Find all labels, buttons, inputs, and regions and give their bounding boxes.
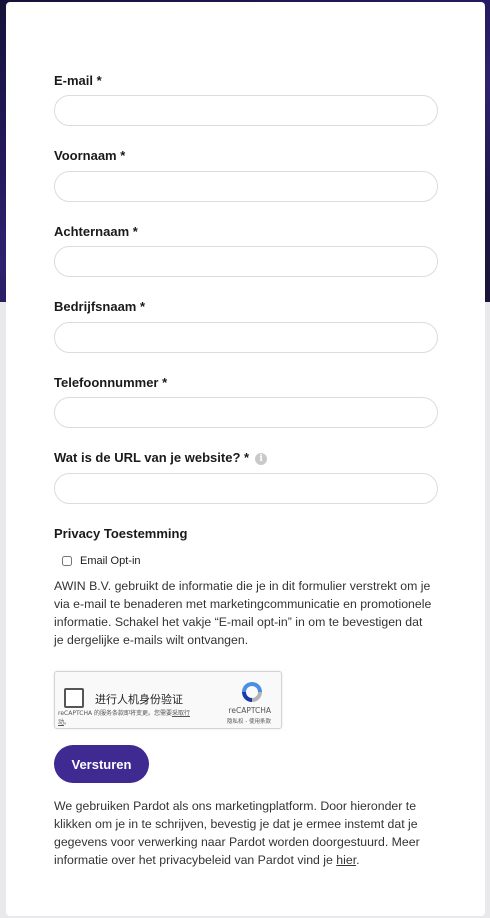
phone-label: Telefoonnummer * <box>54 375 168 390</box>
recaptcha-logo-icon <box>242 682 262 702</box>
footer-text: We gebruiken Pardot als ons marketingpla… <box>54 797 434 869</box>
email-field[interactable] <box>54 95 438 126</box>
recaptcha-checkbox[interactable] <box>64 688 84 708</box>
recaptcha-widget: 进行人机身份验证 reCAPTCHA 的服务条款即将变更。您需要采取行动。 re… <box>54 671 282 729</box>
email-optin-row[interactable]: Email Opt-in <box>62 554 141 568</box>
website-url-label-row: Wat is de URL van je website? * i <box>54 450 268 465</box>
first-name-field[interactable] <box>54 171 438 202</box>
company-field[interactable] <box>54 322 438 353</box>
website-url-label: Wat is de URL van je website? * <box>54 450 250 465</box>
company-label: Bedrijfsnaam * <box>54 299 146 314</box>
last-name-field[interactable] <box>54 246 438 277</box>
privacy-policy-link[interactable]: hier <box>336 853 356 867</box>
email-label: E-mail * <box>54 73 102 88</box>
privacy-text: AWIN B.V. gebruikt de informatie die je … <box>54 579 432 647</box>
email-optin-label: Email Opt-in <box>80 555 141 567</box>
email-optin-checkbox[interactable] <box>62 556 72 566</box>
last-name-label: Achternaam * <box>54 224 138 239</box>
submit-button[interactable]: Versturen <box>54 745 149 783</box>
footer-text-end: . <box>356 853 360 867</box>
recaptcha-notice: reCAPTCHA 的服务条款即将变更。您需要采取行动。 <box>58 709 198 727</box>
recaptcha-terms-link[interactable]: 隐私权 - 使用条款 <box>227 717 271 725</box>
recaptcha-label: 进行人机身份验证 <box>95 693 183 706</box>
website-url-field[interactable] <box>54 473 438 504</box>
phone-field[interactable] <box>54 397 438 428</box>
privacy-heading: Privacy Toestemming <box>54 526 188 541</box>
first-name-label: Voornaam * <box>54 148 126 163</box>
recaptcha-notice-text: reCAPTCHA 的服务条款即将变更。您需要 <box>58 710 172 717</box>
footer-text-body: We gebruiken Pardot als ons marketingpla… <box>54 799 420 867</box>
info-icon[interactable]: i <box>255 453 268 465</box>
recaptcha-brand: reCAPTCHA <box>228 706 271 715</box>
recaptcha-notice-end: 。 <box>64 719 71 726</box>
